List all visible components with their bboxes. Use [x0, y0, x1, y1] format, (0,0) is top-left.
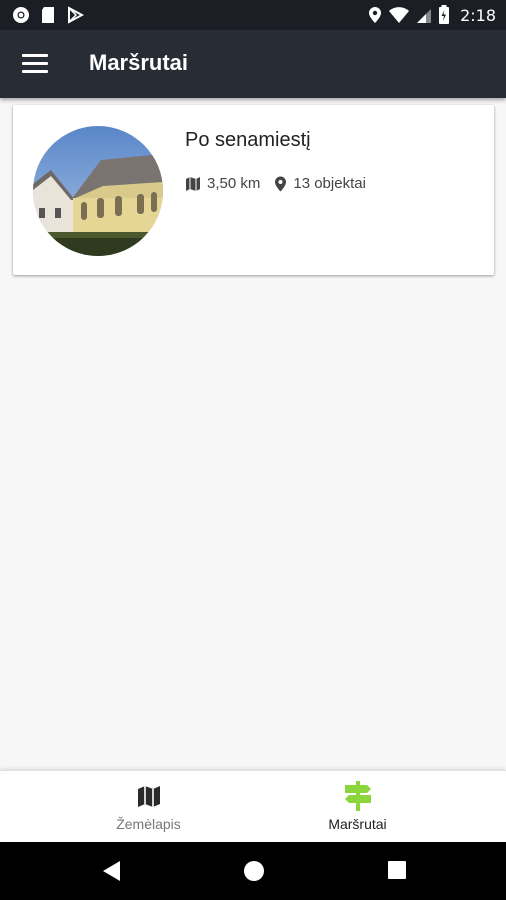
- home-icon[interactable]: [243, 860, 265, 882]
- recents-icon[interactable]: [387, 860, 407, 880]
- back-icon[interactable]: [101, 860, 121, 882]
- route-card[interactable]: Po senamiestį 3,50 km 13 objektai: [13, 105, 494, 275]
- play-store-icon: [68, 6, 84, 24]
- route-thumbnail: [33, 126, 163, 256]
- route-objects: 13 objektai: [274, 175, 366, 192]
- hamburger-menu-icon[interactable]: [22, 54, 48, 74]
- app-bar: Maršrutai: [0, 30, 506, 98]
- chrome-icon: [13, 7, 29, 23]
- nav-label-routes: Maršrutai: [328, 816, 387, 832]
- signpost-icon: [344, 781, 371, 811]
- system-navigation-bar: [0, 842, 506, 900]
- nav-item-routes[interactable]: Maršrutai: [231, 771, 484, 843]
- status-bar: 2:18: [0, 0, 506, 30]
- routes-list: Po senamiestį 3,50 km 13 objektai: [0, 98, 506, 770]
- sd-card-icon: [42, 7, 54, 23]
- route-distance: 3,50 km: [185, 175, 260, 192]
- location-pin-icon: [275, 176, 287, 191]
- objects-count: 13 objektai: [293, 175, 366, 192]
- clock: 2:18: [460, 5, 496, 25]
- signal-icon: [417, 9, 432, 23]
- bottom-navigation: Žemėlapis Maršrutai: [0, 770, 506, 843]
- wifi-icon: [389, 7, 410, 23]
- map-icon: [186, 176, 200, 191]
- location-icon: [369, 7, 382, 23]
- system-status-icons: 2:18: [368, 5, 496, 25]
- map-icon: [137, 786, 160, 807]
- battery-icon: [439, 5, 450, 24]
- page-title: Maršrutai: [89, 50, 189, 75]
- notification-icons: [12, 6, 84, 24]
- route-meta: 3,50 km 13 objektai: [185, 175, 380, 192]
- route-title: Po senamiestį: [185, 129, 311, 151]
- distance-value: 3,50 km: [207, 175, 261, 192]
